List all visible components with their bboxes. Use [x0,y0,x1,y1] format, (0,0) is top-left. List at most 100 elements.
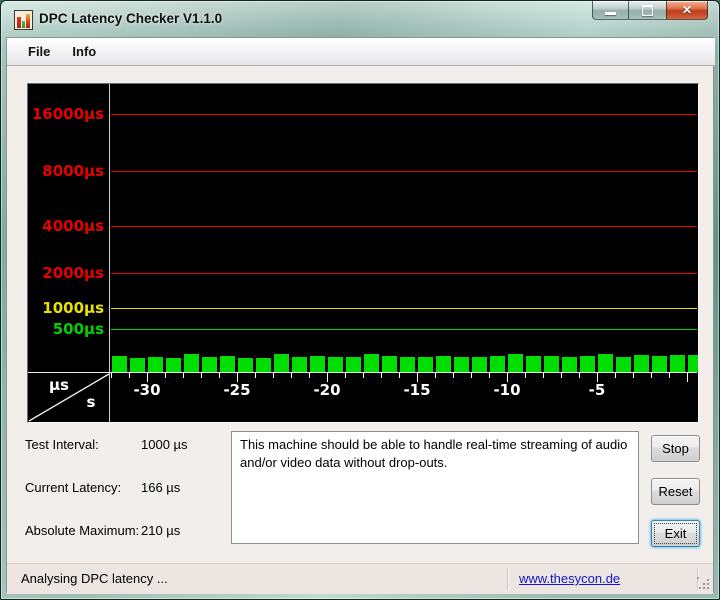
resize-grip-icon[interactable] [697,577,709,589]
latency-bar [148,357,163,372]
maximize-icon [642,4,653,16]
minimize-icon [605,12,616,15]
latency-bar [436,356,451,372]
close-button[interactable]: ✕ [666,1,708,20]
test-interval-label: Test Interval: [25,437,99,452]
x-axis-tick [129,373,130,378]
status-separator-left [507,568,508,590]
x-axis-tick [453,373,454,378]
x-axis-tick [219,373,220,378]
x-axis-tick [615,373,616,378]
latency-bar [526,356,541,372]
x-axis-label: -5 [588,381,606,399]
gridline-8000us [111,171,697,172]
thesycon-link[interactable]: www.thesycon.de [519,564,620,594]
latency-bar [544,356,559,372]
maximize-button[interactable] [629,1,666,20]
x-axis-tick [471,373,472,378]
x-axis-tick [363,373,364,378]
latency-bar [166,358,181,372]
title-bar[interactable]: DPC Latency Checker V1.1.0 ✕ [1,1,719,37]
latency-bar [220,356,235,372]
latency-bar [238,358,253,372]
x-axis-tick [669,373,670,378]
icon-bar-orange [26,14,31,28]
screen: DPC Latency Checker V1.1.0 ✕ File Info µ… [0,0,720,600]
y-axis-label: 4000µs [42,217,104,235]
absolute-maximum-value: 210 µs [141,523,181,538]
latency-bar [508,354,523,372]
x-axis-tick [291,373,292,378]
latency-bar [598,354,613,372]
gridline-1000us [111,308,697,309]
x-axis-tick [651,373,652,378]
latency-bar [364,354,379,372]
latency-bar [346,357,361,372]
latency-bar [634,355,649,372]
minimize-button[interactable] [592,1,629,20]
app-window: DPC Latency Checker V1.1.0 ✕ File Info µ… [0,0,720,600]
latency-bar [670,355,685,372]
latency-bar [112,356,127,372]
y-axis-label: 16000µs [31,105,104,123]
latency-bar [130,358,145,372]
x-axis-tick [309,373,310,378]
latency-bar [184,354,199,372]
y-unit-label: µs [49,376,69,394]
y-axis-label: 1000µs [42,299,104,317]
latency-bar [274,354,289,372]
x-axis-label: -10 [493,381,521,399]
latency-bar [616,357,631,372]
latency-bar [652,356,667,372]
x-axis-label: -20 [313,381,341,399]
x-axis-tick [543,373,544,378]
x-axis-tick [345,373,346,378]
x-axis-tick [579,373,580,378]
gridline-500us [111,329,697,330]
x-axis-tick [165,373,166,378]
x-axis-tick [201,373,202,378]
x-axis-tick [183,373,184,378]
current-latency-label: Current Latency: [25,480,122,495]
stop-button[interactable]: Stop [651,435,700,462]
x-axis-tick [525,373,526,378]
x-axis-tick [561,373,562,378]
x-axis-tick [399,373,400,378]
current-latency-value: 166 µs [141,480,181,495]
x-axis-label: -25 [223,381,251,399]
latency-bar [256,358,271,372]
reset-button[interactable]: Reset [651,478,700,505]
latency-bar [454,357,469,372]
latency-bar [202,357,217,372]
menu-bar: File Info [7,38,715,66]
absolute-maximum-label: Absolute Maximum: [25,523,140,538]
latency-bar [688,355,698,372]
latency-bar [490,356,505,372]
menu-file[interactable]: File [17,40,61,63]
y-axis-label: 8000µs [42,162,104,180]
gridline-4000us [111,226,697,227]
close-icon: ✕ [681,3,693,17]
latency-bar [400,357,415,372]
latency-bar [328,357,343,372]
x-axis-label: -15 [403,381,431,399]
y-axis-label: 2000µs [42,264,104,282]
latency-bar [418,357,433,372]
exit-button[interactable]: Exit [651,520,700,547]
x-axis-tick [255,373,256,378]
gridline-2000us [111,273,697,274]
latency-bar [562,357,577,372]
latency-bar [310,356,325,372]
x-axis-tick [489,373,490,378]
latency-bar [472,357,487,372]
x-axis-tick [687,373,688,382]
latency-bar [580,356,595,372]
latency-bar [292,357,307,372]
x-axis-tick [111,373,112,378]
result-message: This machine should be able to handle re… [231,431,639,544]
x-axis-tick [435,373,436,378]
y-axis-label: 500µs [52,320,104,338]
menu-info[interactable]: Info [61,40,107,63]
status-text: Analysing DPC latency ... [21,571,168,586]
icon-bar-green [21,21,26,28]
